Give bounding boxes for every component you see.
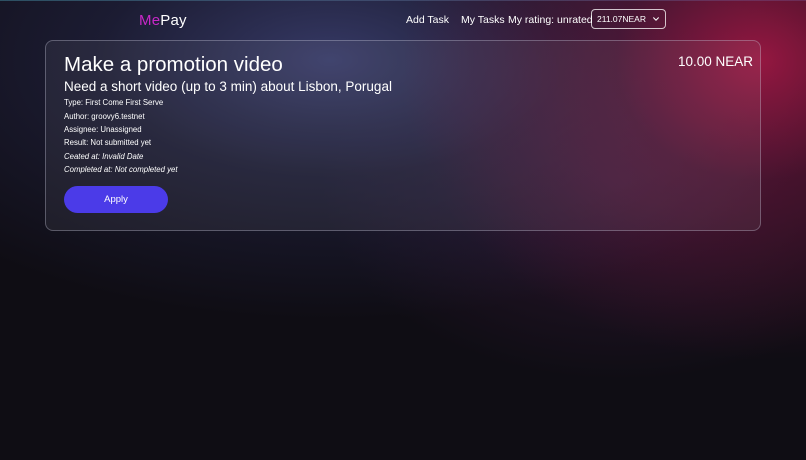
task-title: Make a promotion video bbox=[64, 53, 283, 76]
task-completed-at: Completed at: Not completed yet bbox=[64, 165, 178, 174]
nav-my-tasks-link[interactable]: My Tasks bbox=[461, 14, 505, 26]
logo-me-text: Me bbox=[139, 12, 161, 29]
task-assignee: Assignee: Unassigned bbox=[64, 125, 142, 134]
logo[interactable]: MePay bbox=[139, 12, 187, 29]
user-rating-text: My rating: unrated bbox=[508, 14, 593, 26]
task-created-at: Ceated at: Invalid Date bbox=[64, 152, 144, 161]
logo-pay-text: Pay bbox=[160, 12, 187, 29]
balance-dropdown-button[interactable]: 211.07NEAR bbox=[591, 9, 666, 29]
apply-button[interactable]: Apply bbox=[64, 186, 168, 213]
nav-add-task-link[interactable]: Add Task bbox=[406, 14, 449, 26]
task-description: Need a short video (up to 3 min) about L… bbox=[64, 79, 392, 94]
navbar: MePay Add Task My Tasks My rating: unrat… bbox=[0, 0, 806, 40]
chevron-down-icon bbox=[653, 17, 659, 21]
task-result: Result: Not submitted yet bbox=[64, 138, 152, 147]
task-card: Make a promotion video 10.00 NEAR Need a… bbox=[45, 40, 761, 231]
balance-value: 211.07NEAR bbox=[597, 14, 646, 24]
task-type: Type: First Come First Serve bbox=[64, 98, 164, 107]
task-price: 10.00 NEAR bbox=[677, 54, 753, 69]
task-author: Author: groovy6.testnet bbox=[64, 112, 145, 121]
